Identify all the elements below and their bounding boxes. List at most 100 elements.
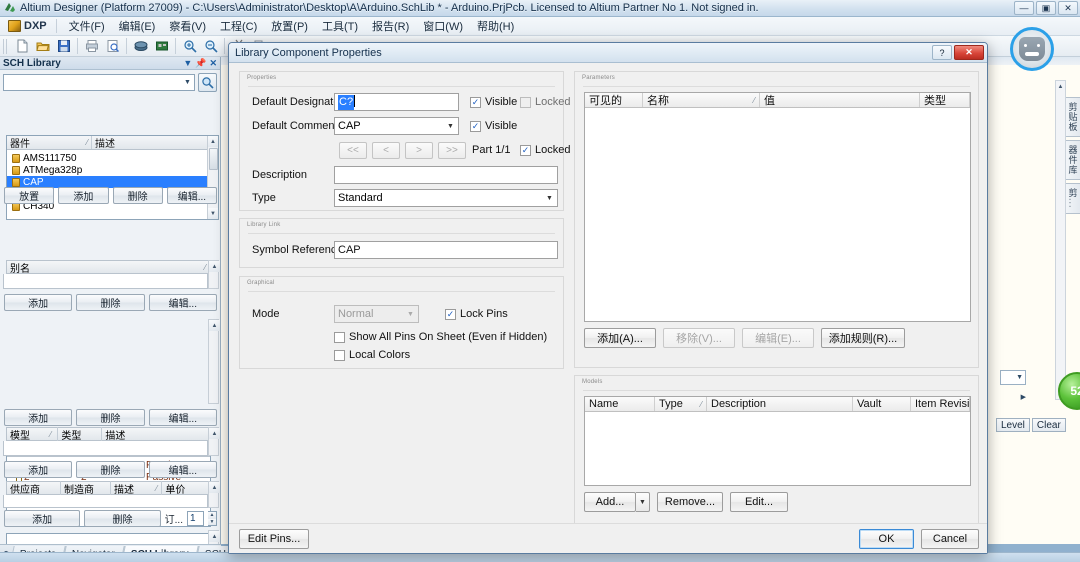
first-part-button[interactable]: << [339,142,367,159]
editor-mini-expander[interactable]: ▶ [1000,390,1026,403]
add-pin-button[interactable]: 添加 [4,409,73,426]
column-header-visible[interactable]: 可见的 [585,93,643,107]
next-part-button[interactable]: > [405,142,433,159]
vtab-clipboard[interactable]: 剪贴板 [1064,97,1080,137]
editor-mini-combo[interactable]: ▼ [1000,370,1026,385]
scroll-up-arrow-icon[interactable]: ▲ [209,428,220,439]
show-all-pins-checkbox[interactable]: Show All Pins On Sheet (Even if Hidden) [334,331,547,343]
search-button[interactable] [198,73,217,92]
menu-item-help[interactable]: 帮助(H) [470,16,521,36]
column-header-vault[interactable]: Vault [853,397,911,411]
level-button[interactable]: Level [996,418,1030,432]
add-component-button[interactable]: 添加 [58,187,109,204]
models-grid-header[interactable]: 模型 ⁄ 类型 描述 [6,426,211,442]
cancel-button[interactable]: Cancel [921,529,979,549]
print-icon[interactable] [82,37,101,55]
editor-vertical-scrollbar[interactable]: ▲ [1055,80,1066,400]
comment-visible-checkbox[interactable]: ✓ Visible [470,120,517,132]
column-header-param-name[interactable]: 名称 ⁄ [643,93,760,107]
designator-visible-checkbox[interactable]: ✓ Visible [470,96,517,108]
remove-model-button[interactable]: Remove... [657,492,723,512]
edit-alias-button[interactable]: 编辑... [148,294,217,311]
toolbar-grip[interactable] [3,38,8,54]
alias-grid-body[interactable] [3,274,208,289]
suppliers-grid-body[interactable] [3,495,208,508]
close-icon[interactable]: ✕ [209,58,217,69]
save-icon[interactable] [54,37,73,55]
menu-item-tools[interactable]: 工具(T) [315,16,365,36]
menu-item-file[interactable]: 文件(F) [62,16,112,36]
scroll-up-arrow-icon[interactable]: ▲ [209,482,220,493]
symbol-reference-input[interactable]: CAP [334,241,558,259]
maximize-button[interactable]: ▣ [1036,1,1056,15]
add-model-dropdown-icon[interactable]: ▼ [636,492,650,512]
parameters-grid[interactable]: 可见的 名称 ⁄ 值 类型 [584,92,971,322]
type-combo[interactable]: Standard ▼ [334,189,558,207]
delete-component-button[interactable]: 删除 [112,187,163,204]
add-model-button[interactable]: 添加 [4,461,73,478]
dxp-menu-button[interactable]: DXP [4,19,51,33]
column-header-param-value[interactable]: 值 [760,93,920,107]
column-header-param-type[interactable]: 类型 [920,93,970,107]
menu-item-window[interactable]: 窗口(W) [416,16,470,36]
suppliers-grid-header[interactable]: 供应商 制造商 描述 ⁄ 单价 [6,480,211,496]
vtab-more[interactable]: 剪... [1064,183,1080,214]
search-input[interactable]: ▼ [3,74,195,91]
menu-item-project[interactable]: 工程(C) [213,16,264,36]
delete-pin-button[interactable]: 删除 [76,409,145,426]
models-grid-body[interactable] [3,441,208,456]
delete-model-button[interactable]: 删除 [76,461,145,478]
scroll-up-arrow-icon[interactable]: ▲ [209,261,220,272]
edit-component-button[interactable]: 编辑... [166,187,217,204]
scroll-up-arrow-icon[interactable]: ▲ [207,136,218,147]
minimize-button[interactable]: — [1014,1,1034,15]
chevron-down-icon[interactable]: ▼ [542,195,557,202]
description-input[interactable] [334,166,558,184]
stepper-down-icon[interactable]: ▼ [208,518,216,525]
edit-pins-button[interactable]: Edit Pins... [239,529,309,549]
clear-button[interactable]: Clear [1031,418,1066,432]
column-header-model-name[interactable]: Name [585,397,655,411]
add-supplier-button[interactable]: 添加 [4,510,81,527]
open-pcb-icon[interactable] [131,37,150,55]
menu-item-place[interactable]: 放置(P) [264,16,315,36]
alias-scrollbar[interactable]: ▲ [208,260,220,289]
column-header-model-description[interactable]: Description [707,397,853,411]
ok-button[interactable]: OK [859,529,914,549]
add-rule-button[interactable]: 添加规则(R)... [821,328,905,348]
close-button[interactable]: ✕ [1058,1,1078,15]
scroll-down-arrow-icon[interactable]: ▼ [207,208,218,219]
menu-item-view[interactable]: 察看(V) [162,16,213,36]
column-header-description[interactable]: 描述 [92,136,218,149]
open-folder-icon[interactable] [33,37,52,55]
models-scrollbar[interactable]: ▲ [208,427,220,456]
edit-model-button[interactable]: 编辑... [148,461,217,478]
part-locked-checkbox[interactable]: ✓ Locked [520,144,570,156]
vtab-libraries[interactable]: 器件库 [1064,140,1080,180]
new-document-icon[interactable] [12,37,31,55]
lock-pins-checkbox[interactable]: ✓ Lock Pins [445,308,508,320]
dialog-close-button[interactable]: ✕ [954,45,984,60]
suppliers-scrollbar[interactable]: ▲ [208,481,220,508]
zoom-out-icon[interactable] [201,37,220,55]
delete-supplier-button[interactable]: 删除 [84,510,161,527]
print-preview-icon[interactable] [103,37,122,55]
column-header-item-revision[interactable]: Item Revisi... [911,397,970,411]
scroll-up-arrow-icon[interactable]: ▲ [1056,81,1065,92]
chevron-down-icon[interactable]: ▼ [183,58,192,69]
menu-item-edit[interactable]: 编辑(E) [112,16,163,36]
column-header-model-type[interactable]: Type ⁄ [655,397,707,411]
alias-grid-header[interactable]: 别名 ⁄ [6,260,211,275]
chevron-down-icon[interactable]: ▼ [181,79,194,86]
local-colors-checkbox[interactable]: Local Colors [334,349,410,361]
pins-scrollbar[interactable]: ▲ [208,319,220,404]
chevron-down-icon[interactable]: ▼ [403,311,418,318]
default-designator-input[interactable]: C? [334,93,459,111]
order-quantity-stepper[interactable]: ▲ ▼ [208,511,217,526]
add-parameter-button[interactable]: 添加(A)... [584,328,656,348]
scroll-up-arrow-icon[interactable]: ▲ [209,531,220,542]
scroll-thumb[interactable] [208,148,218,170]
models-grid[interactable]: Name Type ⁄ Description Vault Item Revis… [584,396,971,486]
prev-part-button[interactable]: < [372,142,400,159]
delete-alias-button[interactable]: 删除 [76,294,145,311]
